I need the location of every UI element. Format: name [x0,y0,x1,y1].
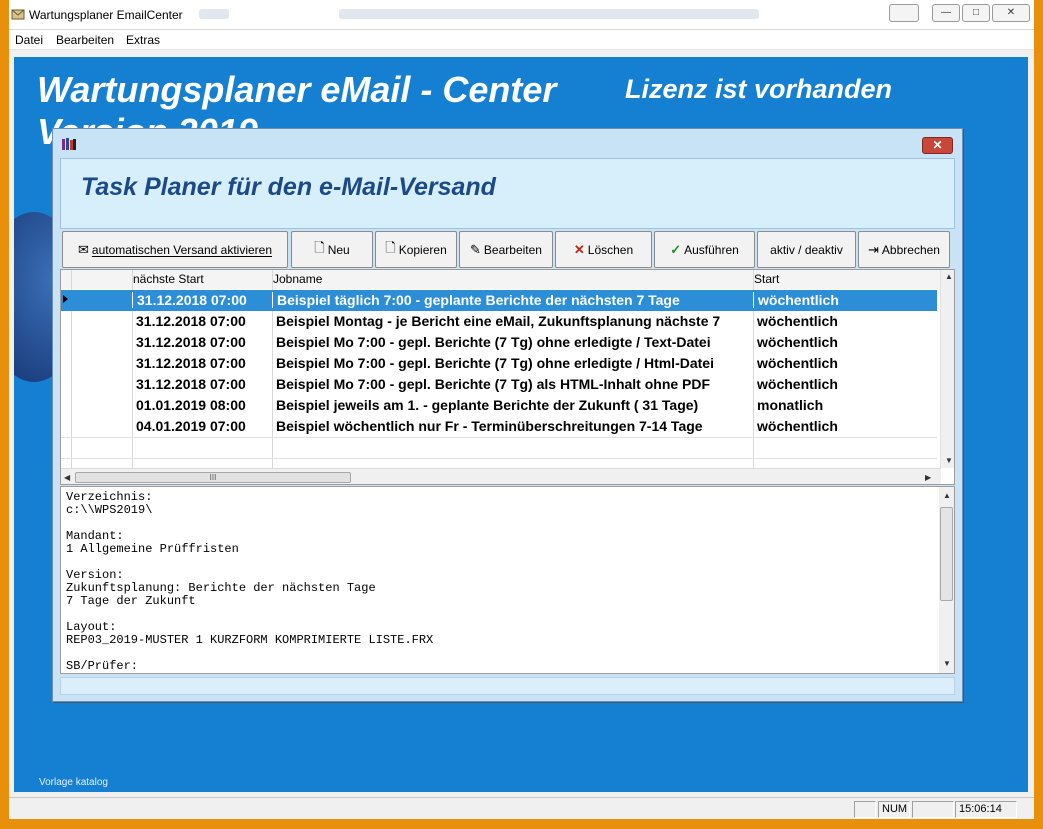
table-row[interactable]: 04.01.2019 07:00 Beispiel wöchentlich nu… [61,416,937,437]
cell-start: wöchentlich [757,376,838,392]
table-row[interactable]: 31.12.2018 07:00 Beispiel Montag - je Be… [61,311,937,332]
menu-datei[interactable]: Datei [15,33,43,47]
menu-bar: Datei Bearbeiten Extras [9,30,1034,50]
cell-next-start: 01.01.2019 08:00 [136,397,246,413]
grid-header: nächste Start Jobname Start [61,270,941,289]
status-panel-empty [912,801,954,818]
exit-door-icon: ⇥ [868,241,879,257]
delete-x-icon: ✕ [573,241,585,257]
cell-next-start: 31.12.2018 07:00 [136,355,246,371]
table-row[interactable]: 01.01.2019 08:00 Beispiel jeweils am 1. … [61,395,937,416]
details-vertical-scrollbar[interactable]: ▲ ▼ [939,487,954,673]
cell-jobname: Beispiel Mo 7:00 - gepl. Berichte (7 Tg)… [276,355,714,371]
table-row[interactable]: 31.12.2018 07:00 Beispiel Mo 7:00 - gepl… [61,332,937,353]
dialog-close-button[interactable]: ✕ [922,137,953,154]
task-toolbar: ✉ automatischen Versand aktivieren 🗋 Neu… [62,231,957,269]
task-planner-dialog: ✕ Task Planer für den e-Mail-Versand ✉ a… [52,128,963,702]
status-bar: NUM 15:06:14 [9,797,1034,819]
activate-auto-send-button[interactable]: ✉ automatischen Versand aktivieren [62,231,288,268]
delete-button[interactable]: ✕ Löschen [555,231,652,268]
vertical-scroll-thumb[interactable] [940,507,953,601]
cell-next-start: 04.01.2019 07:00 [136,418,246,434]
toggle-active-button[interactable]: aktiv / deaktiv [757,231,856,268]
cell-next-start: 31.12.2018 07:00 [132,292,272,308]
menu-extras[interactable]: Extras [126,33,160,47]
menu-bearbeiten[interactable]: Bearbeiten [56,33,114,47]
copy-button[interactable]: 🗋 Kopieren [375,231,457,268]
scroll-left-arrow-icon[interactable]: ◀ [64,473,70,482]
cell-jobname: Beispiel Mo 7:00 - gepl. Berichte (7 Tg)… [276,376,711,392]
cell-next-start: 31.12.2018 07:00 [136,313,246,329]
grid-divider [61,437,937,438]
new-document-icon: 🗋 [314,239,325,255]
grid-horizontal-scrollbar[interactable]: ◀ III ▶ [61,468,941,484]
blurred-region [199,9,229,19]
cell-jobname: Beispiel jeweils am 1. - geplante Berich… [276,397,699,413]
dialog-header: Task Planer für den e-Mail-Versand [60,158,955,229]
books-icon [62,138,76,150]
cell-jobname: Beispiel täglich 7:00 - geplante Bericht… [272,292,753,308]
dialog-title-bar: ✕ [53,129,962,157]
cell-start: monatlich [757,397,824,413]
job-details-text: Verzeichnis: c:\\WPS2019\ Mandant: 1 All… [66,490,434,673]
edit-button[interactable]: ✎ Bearbeiten [459,231,553,268]
window-title: Wartungsplaner EmailCenter [29,8,183,22]
cell-start: wöchentlich [757,418,838,434]
scroll-up-arrow-icon[interactable]: ▲ [943,491,951,500]
column-header-next-start[interactable]: nächste Start [133,272,204,286]
scroll-right-arrow-icon[interactable]: ▶ [925,473,931,482]
cancel-button[interactable]: ⇥ Abbrechen [858,231,950,268]
status-time: 15:06:14 [955,801,1017,818]
app-icon [11,9,25,20]
table-row[interactable]: 31.12.2018 07:00 Beispiel Mo 7:00 - gepl… [61,353,937,374]
cell-jobname: Beispiel wöchentlich nur Fr - Terminüber… [276,418,703,434]
dialog-heading: Task Planer für den e-Mail-Versand [81,173,496,201]
scroll-down-arrow-icon[interactable]: ▼ [943,659,951,668]
footer-note: Vorlage katalog [39,777,108,788]
minimize-button[interactable]: — [932,4,960,22]
table-row[interactable]: 31.12.2018 07:00 Beispiel Mo 7:00 - gepl… [61,374,937,395]
job-grid: nächste Start Jobname Start 31.12.2018 0… [60,269,955,485]
maximize-button[interactable]: □ [962,4,990,22]
execute-button[interactable]: ✓ Ausführen [654,231,755,268]
help-button[interactable] [889,4,919,22]
cell-jobname: Beispiel Montag - je Bericht eine eMail,… [276,313,721,329]
checkmark-icon: ✓ [670,241,682,257]
cell-start: wöchentlich [757,313,838,329]
title-bar: Wartungsplaner EmailCenter — □ ✕ [9,0,1034,30]
window-close-button[interactable]: ✕ [992,4,1030,22]
column-header-start[interactable]: Start [754,272,779,286]
scroll-up-arrow-icon[interactable]: ▲ [945,272,953,281]
status-num: NUM [878,801,910,818]
new-button[interactable]: 🗋 Neu [291,231,373,268]
cell-start: wöchentlich [753,292,937,308]
envelope-icon: ✉ [77,241,89,257]
dialog-footer [60,677,955,695]
column-header-jobname[interactable]: Jobname [273,272,322,286]
grid-divider [61,458,937,459]
cell-start: wöchentlich [757,334,838,350]
table-row[interactable]: 31.12.2018 07:00 Beispiel täglich 7:00 -… [61,290,937,311]
cell-next-start: 31.12.2018 07:00 [136,376,246,392]
horizontal-scroll-thumb[interactable]: III [75,472,351,483]
scroll-down-arrow-icon[interactable]: ▼ [945,456,953,465]
job-details-pane[interactable]: Verzeichnis: c:\\WPS2019\ Mandant: 1 All… [60,486,955,674]
row-selector-arrow-icon [63,295,68,303]
cell-start: wöchentlich [757,355,838,371]
copy-document-icon: 🗋 [385,239,396,255]
grid-vertical-scrollbar[interactable]: ▲ ▼ [940,270,954,468]
cell-jobname: Beispiel Mo 7:00 - gepl. Berichte (7 Tg)… [276,334,711,350]
blurred-region [339,9,759,19]
license-status: Lizenz ist vorhanden [625,74,893,104]
edit-icon: ✎ [470,241,481,257]
cell-next-start: 31.12.2018 07:00 [136,334,246,350]
status-panel-empty [854,801,876,818]
